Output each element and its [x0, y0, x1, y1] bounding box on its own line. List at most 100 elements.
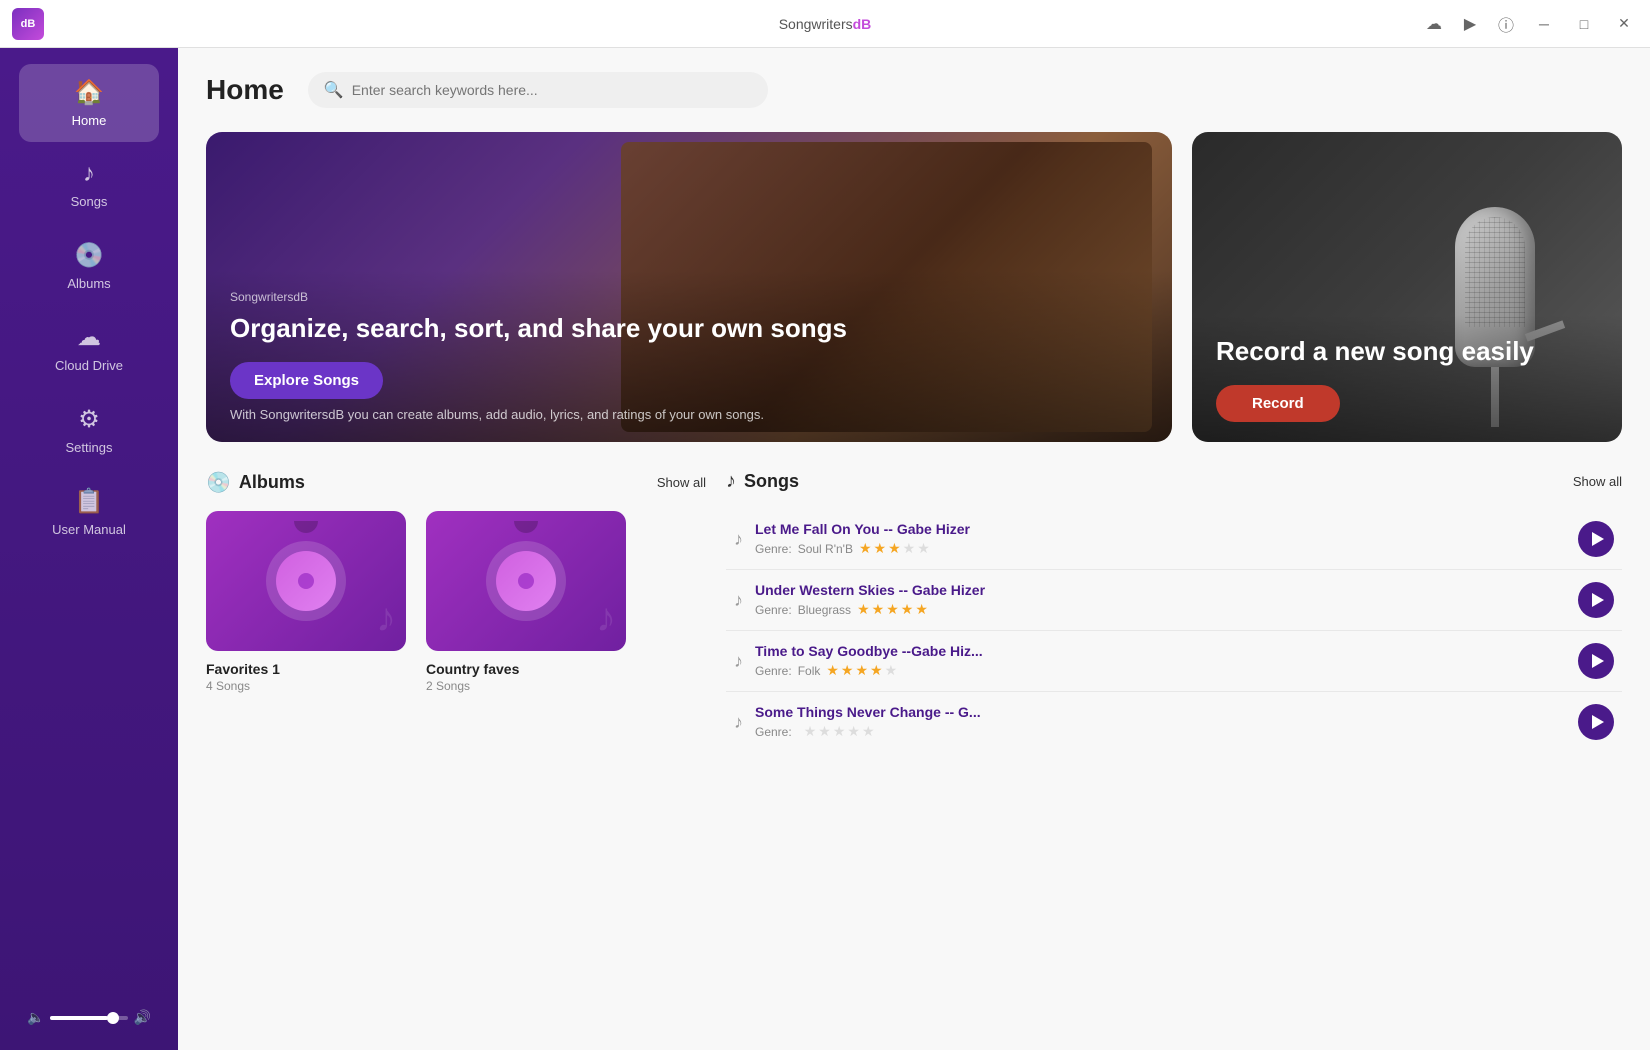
sidebar-item-user-manual[interactable]: 📋 User Manual [19, 473, 159, 551]
song-genre-label: Genre: [755, 542, 792, 556]
song-genre-label: Genre: [755, 725, 792, 739]
song-genre-label: Genre: [755, 603, 792, 617]
hero-banner-left: SongwritersdB Organize, search, sort, an… [206, 132, 1172, 442]
hero-title-right: Record a new song easily [1216, 335, 1598, 369]
album-count-country: 2 Songs [426, 679, 626, 693]
app-logo: dB [12, 8, 44, 40]
albums-section: 💿 Albums Show all [206, 470, 706, 752]
search-icon: 🔍 [324, 80, 344, 100]
song-play-button[interactable] [1578, 582, 1614, 618]
song-stars: ★★★★★ [857, 601, 928, 618]
explore-songs-button[interactable]: Explore Songs [230, 362, 383, 399]
manual-icon: 📋 [74, 487, 104, 516]
sidebar-item-songs[interactable]: ♪ Songs [19, 146, 159, 223]
songs-list: ♪ Let Me Fall On You -- Gabe Hizer Genre: S… [726, 509, 1622, 752]
app-title-right: dB [853, 16, 872, 32]
album-count-favorites: 4 Songs [206, 679, 406, 693]
minimize-button[interactable]: ─ [1530, 10, 1558, 38]
song-row: ♪ Time to Say Goodbye --Gabe Hiz... Genre:… [726, 631, 1622, 692]
song-note-icon: ♪ [734, 651, 743, 672]
albums-section-title: Albums [239, 472, 305, 493]
song-note-icon: ♪ [734, 712, 743, 733]
songs-section-icon: ♪ [726, 470, 736, 493]
volume-low-icon: 🔈 [27, 1009, 44, 1026]
app-title: SongwritersdB [779, 16, 872, 32]
titlebar-left: dB [12, 8, 44, 40]
sidebar: 🏠 Home ♪ Songs 💿 Albums ☁ Cloud Drive ⚙ … [0, 48, 178, 1050]
song-note-icon: ♪ [734, 529, 743, 550]
sidebar-item-cloud-drive[interactable]: ☁ Cloud Drive [19, 309, 159, 387]
albums-grid: ♪ Favorites 1 4 Songs [206, 511, 706, 693]
sidebar-label-manual: User Manual [52, 522, 126, 537]
songs-section: ♪ Songs Show all ♪ Let Me Fall On You -- … [726, 470, 1622, 752]
sidebar-label-songs: Songs [71, 194, 108, 209]
song-genre: Soul R'n'B [798, 542, 853, 556]
songs-section-header: ♪ Songs Show all [726, 470, 1622, 493]
song-title: Time to Say Goodbye --Gabe Hiz... [755, 643, 1566, 659]
volume-high-icon: 🔊 [134, 1009, 151, 1026]
song-row: ♪ Let Me Fall On You -- Gabe Hizer Genre: S… [726, 509, 1622, 570]
music-icon: ♪ [83, 160, 95, 188]
sidebar-label-settings: Settings [66, 440, 113, 455]
song-play-button[interactable] [1578, 704, 1614, 740]
hero-right-content: Record a new song easily Record [1192, 315, 1622, 442]
albums-section-header: 💿 Albums Show all [206, 470, 706, 495]
song-row: ♪ Under Western Skies -- Gabe Hizer Genre:… [726, 570, 1622, 631]
hero-banner-right: Record a new song easily Record [1192, 132, 1622, 442]
search-bar: 🔍 [308, 72, 768, 108]
hero-row: SongwritersdB Organize, search, sort, an… [206, 132, 1622, 442]
content-area: Home 🔍 SongwritersdB Organize, search, s… [178, 48, 1650, 1050]
cloud-drive-icon: ☁ [77, 323, 101, 352]
song-stars: ★★★★★ [826, 662, 897, 679]
search-input[interactable] [352, 82, 752, 98]
info-icon[interactable]: ⓘ [1494, 12, 1518, 36]
page-title: Home [206, 74, 284, 106]
song-play-button[interactable] [1578, 521, 1614, 557]
song-genre: Bluegrass [798, 603, 851, 617]
titlebar: dB SongwritersdB ☁ ▶ ⓘ ─ □ ✕ [0, 0, 1650, 48]
song-title: Let Me Fall On You -- Gabe Hizer [755, 521, 1566, 537]
song-note-icon: ♪ [734, 590, 743, 611]
song-stars: ★★★★★ [859, 540, 930, 557]
app-title-left: Songwriters [779, 16, 853, 32]
hero-left-content: SongwritersdB Organize, search, sort, an… [206, 270, 1172, 442]
volume-slider[interactable] [50, 1016, 127, 1020]
maximize-button[interactable]: □ [1570, 10, 1598, 38]
album-card[interactable]: ♪ Country faves 2 Songs [426, 511, 626, 693]
albums-section-icon: 💿 [206, 470, 231, 495]
home-icon: 🏠 [74, 78, 104, 107]
song-stars: ★★★★★ [804, 723, 875, 740]
sidebar-label-albums: Albums [67, 276, 110, 291]
song-title: Some Things Never Change -- G... [755, 704, 1566, 720]
album-name-favorites: Favorites 1 [206, 661, 406, 677]
album-art-country: ♪ [426, 511, 626, 651]
albums-show-all[interactable]: Show all [657, 475, 706, 490]
song-row: ♪ Some Things Never Change -- G... Genre: ★… [726, 692, 1622, 752]
sidebar-label-cloud: Cloud Drive [55, 358, 123, 373]
songs-scroll-area[interactable]: ♪ Let Me Fall On You -- Gabe Hizer Genre: S… [726, 509, 1622, 752]
sidebar-label-home: Home [72, 113, 107, 128]
sidebar-item-home[interactable]: 🏠 Home [19, 64, 159, 142]
album-card[interactable]: ♪ Favorites 1 4 Songs [206, 511, 406, 693]
content-header: Home 🔍 [206, 72, 1622, 108]
songs-show-all[interactable]: Show all [1573, 474, 1622, 489]
close-button[interactable]: ✕ [1610, 10, 1638, 38]
songs-section-title: Songs [744, 471, 799, 492]
sidebar-item-settings[interactable]: ⚙ Settings [19, 391, 159, 469]
sidebar-item-albums[interactable]: 💿 Albums [19, 227, 159, 305]
hero-title-left: Organize, search, sort, and share your o… [230, 312, 1148, 346]
song-title: Under Western Skies -- Gabe Hizer [755, 582, 1566, 598]
hero-subtitle: With SongwritersdB you can create albums… [230, 407, 1148, 422]
album-name-country: Country faves [426, 661, 626, 677]
cloud-icon[interactable]: ☁ [1422, 12, 1446, 36]
song-genre-label: Genre: [755, 664, 792, 678]
volume-control: 🔈 🔊 [19, 1001, 159, 1034]
record-button[interactable]: Record [1216, 385, 1340, 422]
hero-tag: SongwritersdB [230, 290, 1148, 304]
song-play-button[interactable] [1578, 643, 1614, 679]
main-layout: 🏠 Home ♪ Songs 💿 Albums ☁ Cloud Drive ⚙ … [0, 48, 1650, 1050]
bottom-row: 💿 Albums Show all [206, 470, 1622, 752]
album-art-favorites: ♪ [206, 511, 406, 651]
play-icon[interactable]: ▶ [1458, 12, 1482, 36]
disc-icon: 💿 [74, 241, 104, 270]
